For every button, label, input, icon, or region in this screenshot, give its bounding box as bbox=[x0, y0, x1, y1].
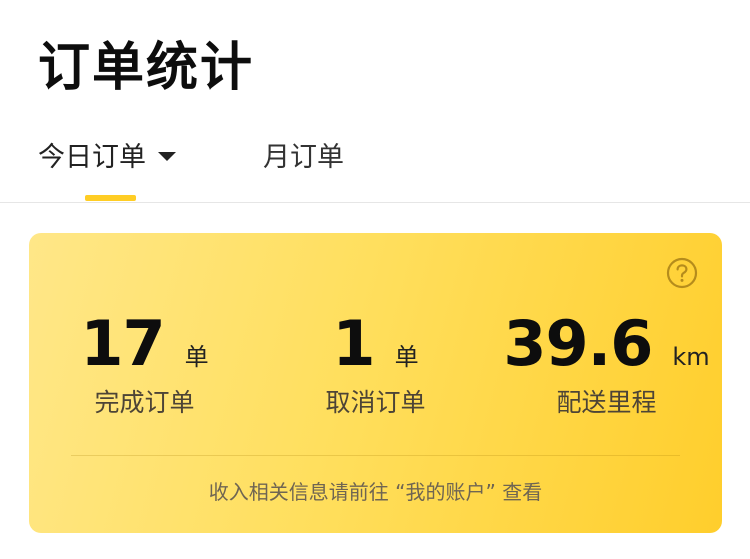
tab-bar: 今日订单 月订单 bbox=[0, 130, 750, 202]
stat-unit: km bbox=[672, 343, 710, 371]
card-divider bbox=[71, 455, 680, 456]
order-stats-page: 订单统计 今日订单 月订单 17 单 完成订单 1单 取消订单 39.6 km … bbox=[0, 0, 750, 559]
tab-month-orders[interactable]: 月订单 bbox=[263, 136, 344, 180]
stat-value: 39.6 bbox=[503, 307, 653, 380]
account-hint-text: 收入相关信息请前往 “我的账户” 查看 bbox=[208, 480, 543, 504]
stat-value: 17 bbox=[80, 307, 165, 380]
tab-today-label: 今日订单 bbox=[38, 142, 146, 173]
header-divider bbox=[0, 202, 750, 203]
stat-unit: 单 bbox=[394, 343, 419, 371]
stat-value: 1 bbox=[332, 307, 375, 380]
stat-label: 完成订单 bbox=[94, 388, 195, 417]
caret-down-icon bbox=[158, 152, 176, 161]
stat-label: 配送里程 bbox=[556, 388, 657, 417]
stat-completed-orders: 17 单 完成订单 bbox=[29, 309, 260, 421]
tab-today-orders[interactable]: 今日订单 bbox=[38, 136, 176, 180]
tab-month-label: 月订单 bbox=[263, 142, 344, 173]
order-summary-card: 17 单 完成订单 1单 取消订单 39.6 km 配送里程 收入相关信息请前往 “… bbox=[29, 233, 722, 533]
stat-cancelled-orders: 1单 取消订单 bbox=[260, 309, 491, 421]
active-tab-indicator bbox=[85, 195, 136, 201]
stat-delivery-distance: 39.6 km 配送里程 bbox=[491, 309, 722, 421]
page-title: 订单统计 bbox=[38, 38, 255, 98]
question-circle-icon[interactable] bbox=[666, 257, 698, 289]
stat-unit: 单 bbox=[184, 343, 209, 371]
stat-label: 取消订单 bbox=[325, 388, 426, 417]
